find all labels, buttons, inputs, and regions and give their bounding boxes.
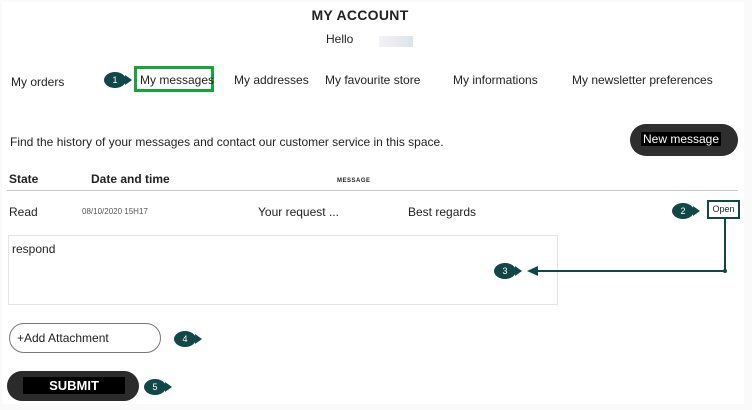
tab-my-messages-label: My messages [140,73,215,87]
messages-description: Find the history of your messages and co… [10,135,444,149]
page-title: MY ACCOUNT [311,7,409,23]
row-date: 08/10/2020 15H17 [82,207,148,216]
row-state: Read [9,205,38,219]
callout-2-pointer-icon [693,206,700,216]
tab-my-informations[interactable]: My informations [453,73,538,87]
column-header-date-time: Date and time [91,172,170,186]
row-subject: Your request ... [258,205,339,219]
callout-2-icon: 2 [672,203,694,219]
tab-my-addresses[interactable]: My addresses [234,73,309,87]
column-header-message: MESSAGE [337,178,371,184]
user-name-redacted [379,36,413,47]
tab-my-newsletter-preferences[interactable]: My newsletter preferences [572,73,713,87]
callout-4-pointer-icon [195,334,202,344]
callout-1-icon: 1 [104,72,126,88]
tab-my-orders[interactable]: My orders [11,75,64,89]
callout-1-pointer-icon [125,75,132,85]
submit-label: SUBMIT [23,377,125,394]
callout-5-pointer-icon [165,382,172,392]
new-message-label: New message [641,132,722,146]
reply-textarea[interactable]: respond [8,235,558,305]
submit-button[interactable]: SUBMIT [7,371,139,401]
row-preview: Best regards [408,205,477,219]
table-divider [7,190,738,191]
add-attachment-button[interactable]: +Add Attachment [9,323,161,353]
new-message-button[interactable]: New message [630,124,738,156]
tab-my-messages[interactable]: My messages [134,66,214,92]
callout-4-icon: 4 [174,331,196,347]
callout-5-icon: 5 [144,379,166,395]
callout-3-pointer-icon [515,266,522,276]
column-header-state: State [9,172,39,186]
greeting: Hello [326,32,354,46]
open-message-button[interactable]: Open [707,200,740,219]
tab-my-favourite-store[interactable]: My favourite store [325,73,420,87]
callout-3-icon: 3 [494,263,516,279]
